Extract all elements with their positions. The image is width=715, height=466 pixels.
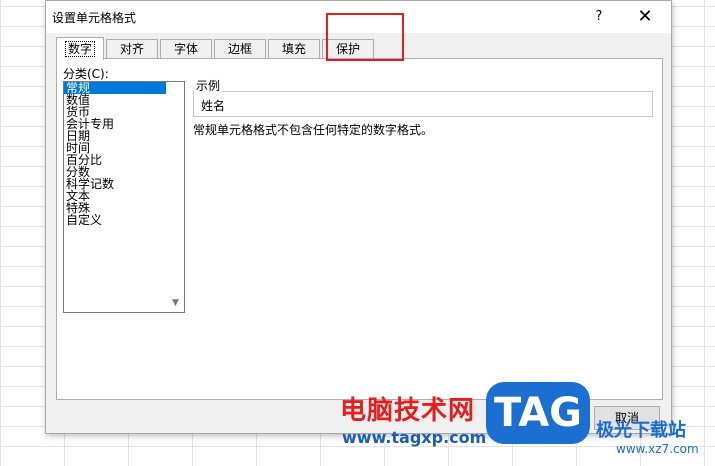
sample-value: 姓名 [201, 99, 226, 113]
tab-font-label: 字体 [173, 42, 198, 56]
chevron-down-icon[interactable]: ▼ [172, 298, 179, 308]
watermark-url: www.tagxp.com [342, 428, 487, 447]
sample-legend: 示例 [194, 77, 223, 94]
category-scrollbar[interactable]: ▼ [169, 82, 184, 312]
tab-fill[interactable]: 填充 [268, 39, 320, 59]
tab-border-label: 边框 [227, 42, 252, 56]
watermark-site: 极光下载站 [596, 420, 686, 441]
tab-alignment-label: 对齐 [119, 42, 144, 56]
watermark-tag-logo: TAG [486, 382, 590, 444]
highlight-annotation [326, 13, 404, 61]
watermark-site-url: www.xz7.com [616, 442, 699, 456]
format-cells-dialog: 设置单元格格式 ? ✕ 数字 对齐 字体 边框 填充 保护 分类(C): 常规 … [45, 0, 672, 434]
watermark-brand: 电脑技术网 [340, 396, 476, 426]
category-label: 分类(C): [63, 67, 109, 81]
sample-group: 姓名 示例 [193, 77, 653, 117]
tab-fill-label: 填充 [281, 42, 306, 56]
help-button[interactable]: ? [588, 7, 610, 27]
tab-number-label: 数字 [64, 41, 95, 57]
format-description: 常规单元格格式不包含任何特定的数字格式。 [193, 123, 434, 137]
category-item[interactable]: 自定义 [64, 214, 166, 226]
number-tab-panel: 分类(C): 常规 数值 货币 会计专用 日期 时间 百分比 分数 科学记数 文… [56, 58, 663, 400]
dialog-title: 设置单元格格式 [52, 11, 137, 25]
tab-border[interactable]: 边框 [214, 39, 266, 59]
sample-box: 姓名 [193, 91, 653, 117]
tab-font[interactable]: 字体 [160, 39, 212, 59]
close-button[interactable]: ✕ [632, 5, 658, 29]
tab-alignment[interactable]: 对齐 [106, 39, 158, 59]
category-listbox[interactable]: 常规 数值 货币 会计专用 日期 时间 百分比 分数 科学记数 文本 特殊 自定… [63, 81, 185, 313]
tab-number[interactable]: 数字 [56, 37, 104, 60]
